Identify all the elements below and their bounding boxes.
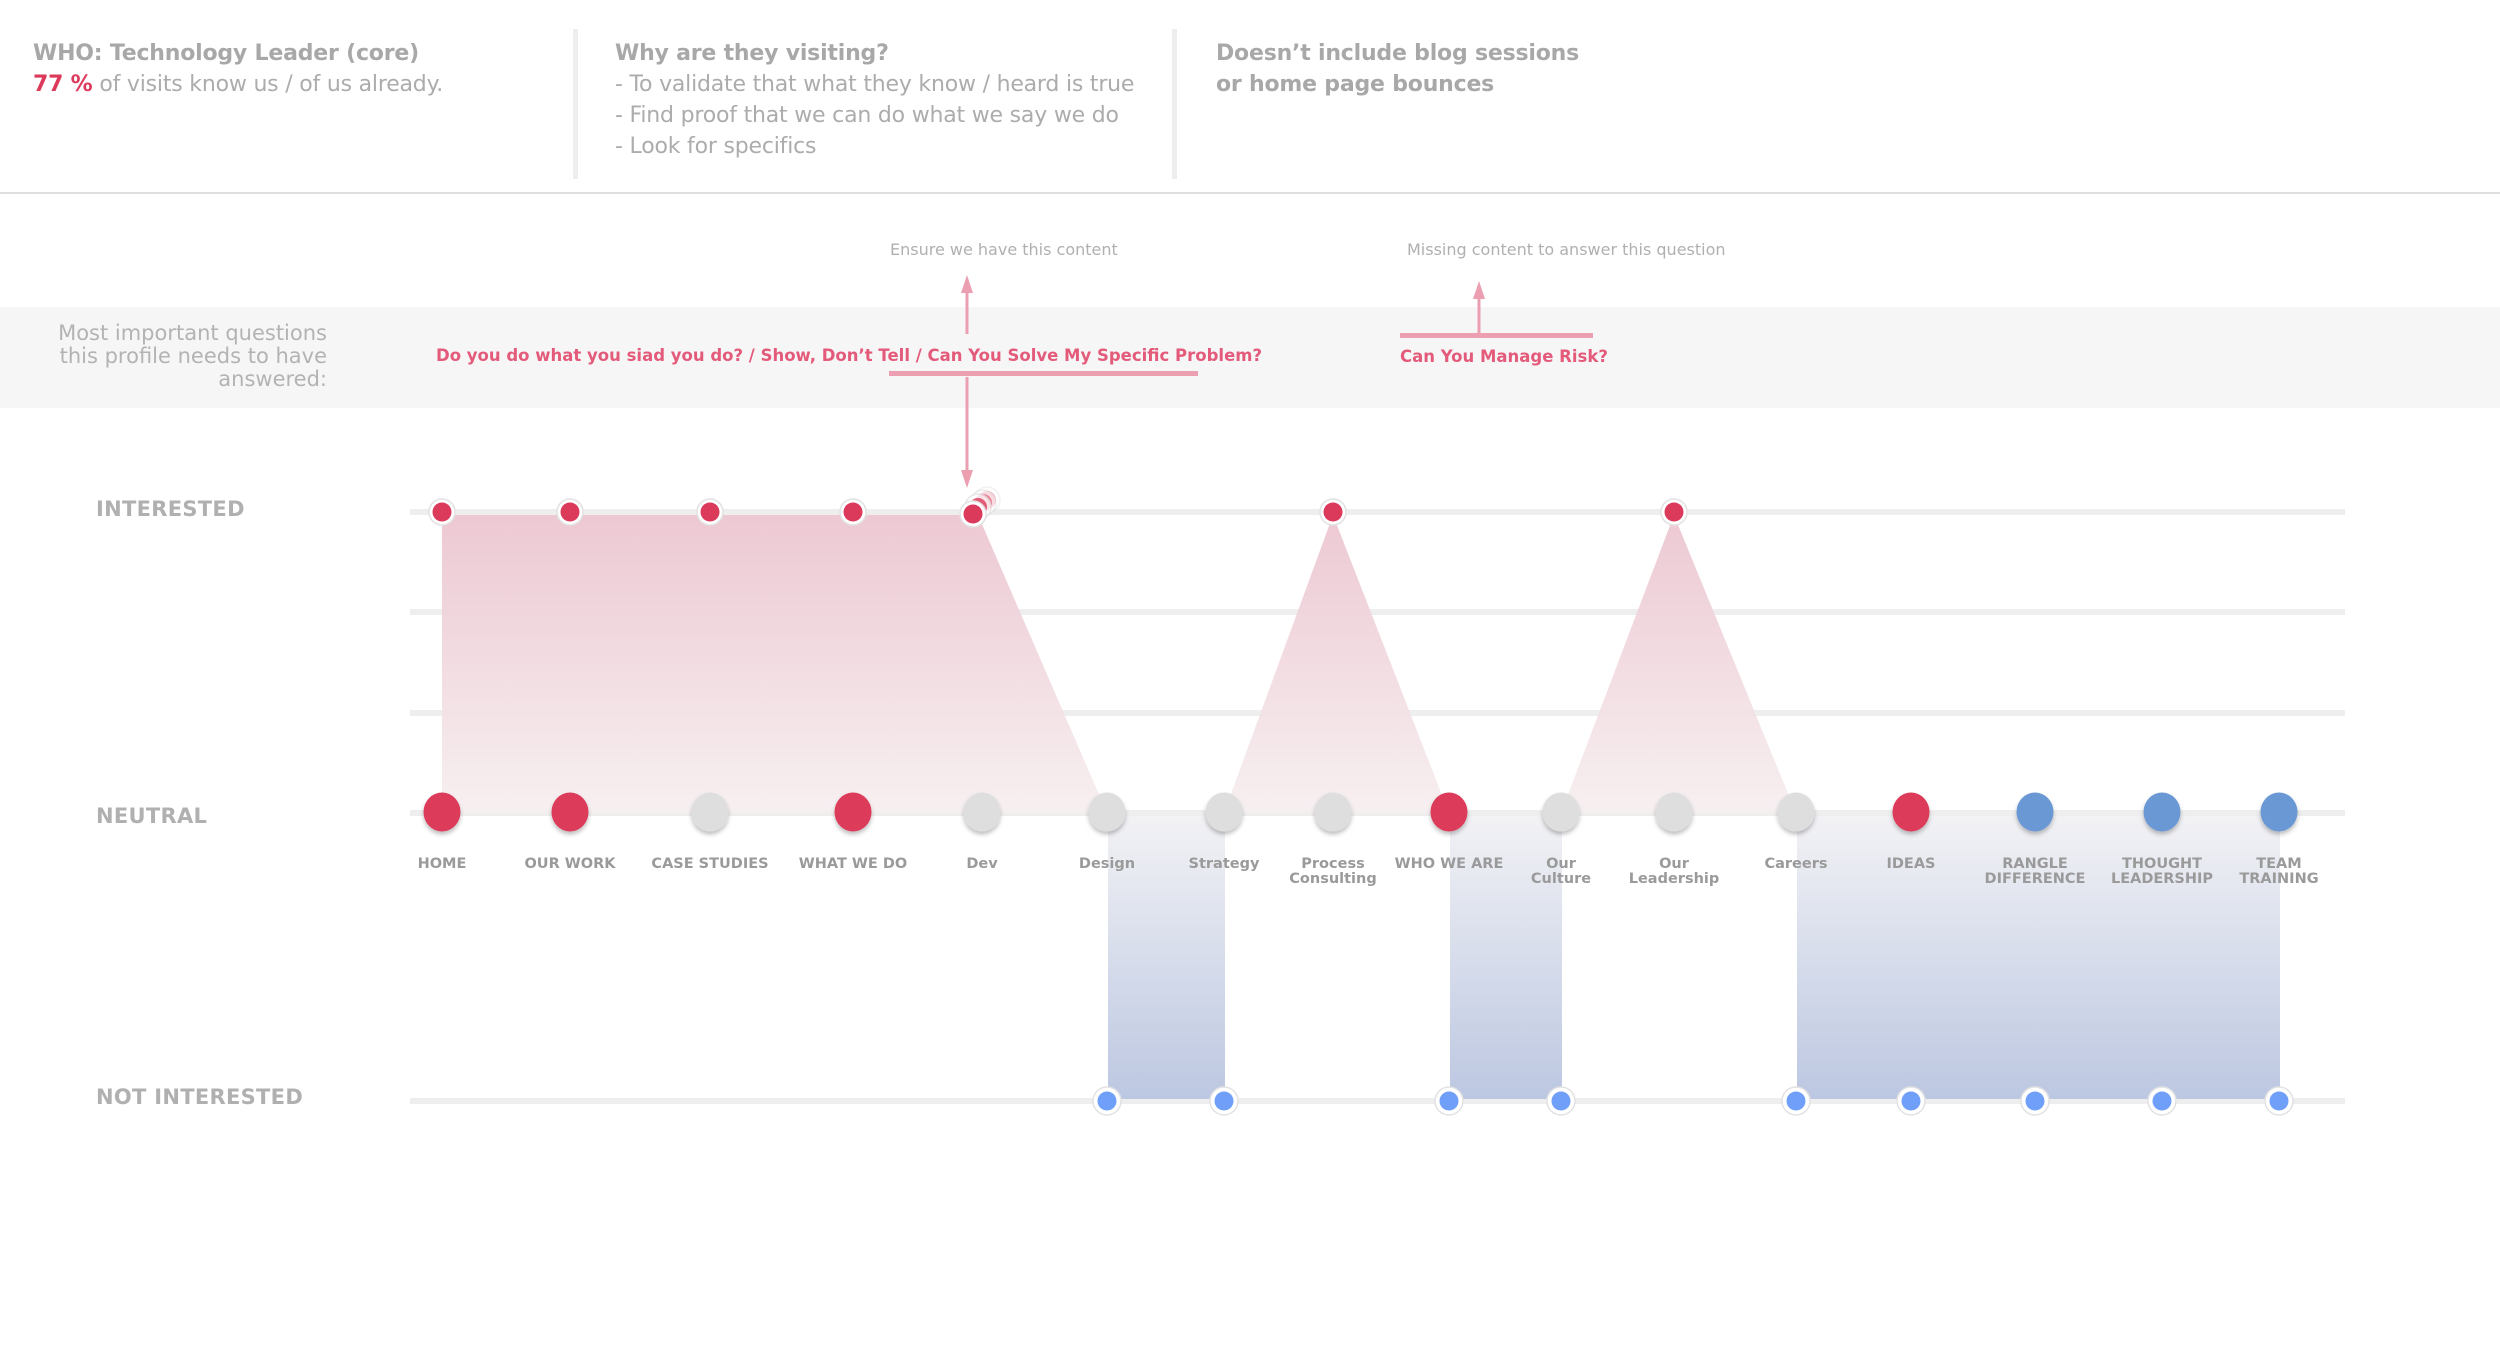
page-label: Leadership [1629,871,1720,887]
page-label: Strategy [1189,856,1260,872]
journey-chart: HOME OUR WORK CASE STUDIES WHAT WE DO Dev Des… [410,275,2345,1116]
page-dot [1655,792,1693,832]
page-label: Our [1659,856,1690,872]
page-label: IDEAS [1886,856,1935,872]
page-dot [1777,792,1815,832]
arrowhead-icon [961,275,973,293]
interest-dot [560,502,580,522]
page-label: Consulting [1289,871,1376,887]
not-interested-dot [1214,1091,1234,1111]
page-label: HOME [418,856,467,872]
page-label: WHO WE ARE [1395,856,1504,872]
page-dot [1892,792,1930,832]
page-label: Process [1301,856,1364,872]
interest-area [1224,515,1449,813]
page-label: TRAINING [2239,871,2318,887]
interest-dot [843,502,863,522]
page-dot [2143,792,2181,832]
underline-manage-risk [1400,333,1593,338]
not-interested-dot [2025,1091,2045,1111]
page-dot [1088,792,1126,832]
page-label: DIFFERENCE [1985,871,2086,887]
not-interested-dot [1786,1091,1806,1111]
arrowhead-icon [961,470,973,488]
not-interested-dot [1097,1091,1117,1111]
page-dot [963,792,1001,832]
page-label: TEAM [2256,856,2301,872]
page-dot [2016,792,2054,832]
page-label: OUR WORK [524,856,616,872]
page-label: Design [1079,856,1135,872]
interest-dot [963,504,983,524]
page-dot [1542,792,1580,832]
page-dot [551,792,589,832]
page-dot [423,792,461,832]
arrowhead-icon [1473,281,1485,299]
page-label: Careers [1764,856,1827,872]
page-dot [1314,792,1352,832]
page-label: RANGLE [2002,856,2068,872]
interest-dot [432,502,452,522]
interest-area [1561,515,1796,813]
page-dot [834,792,872,832]
page-label: Dev [966,856,998,872]
page-label: Our [1546,856,1577,872]
page-dot [2260,792,2298,832]
not-interested-dot [1901,1091,1921,1111]
not-interested-dot [2269,1091,2289,1111]
not-interested-dot [1551,1091,1571,1111]
page-dot [1205,792,1243,832]
not-interested-dot [1439,1091,1459,1111]
page-label: Culture [1531,871,1591,887]
page-label: CASE STUDIES [651,856,768,872]
interest-area [442,515,1107,813]
page-label: WHAT WE DO [799,856,907,872]
underline-solve-problem [889,371,1198,376]
page-label: THOUGHT [2122,856,2202,872]
interest-dot [700,502,720,522]
page-dot [1430,792,1468,832]
interest-dot [1664,502,1684,522]
page-dot [691,792,729,832]
page-label: LEADERSHIP [2111,871,2213,887]
not-interested-dot [2152,1091,2172,1111]
interest-dot [1323,502,1343,522]
